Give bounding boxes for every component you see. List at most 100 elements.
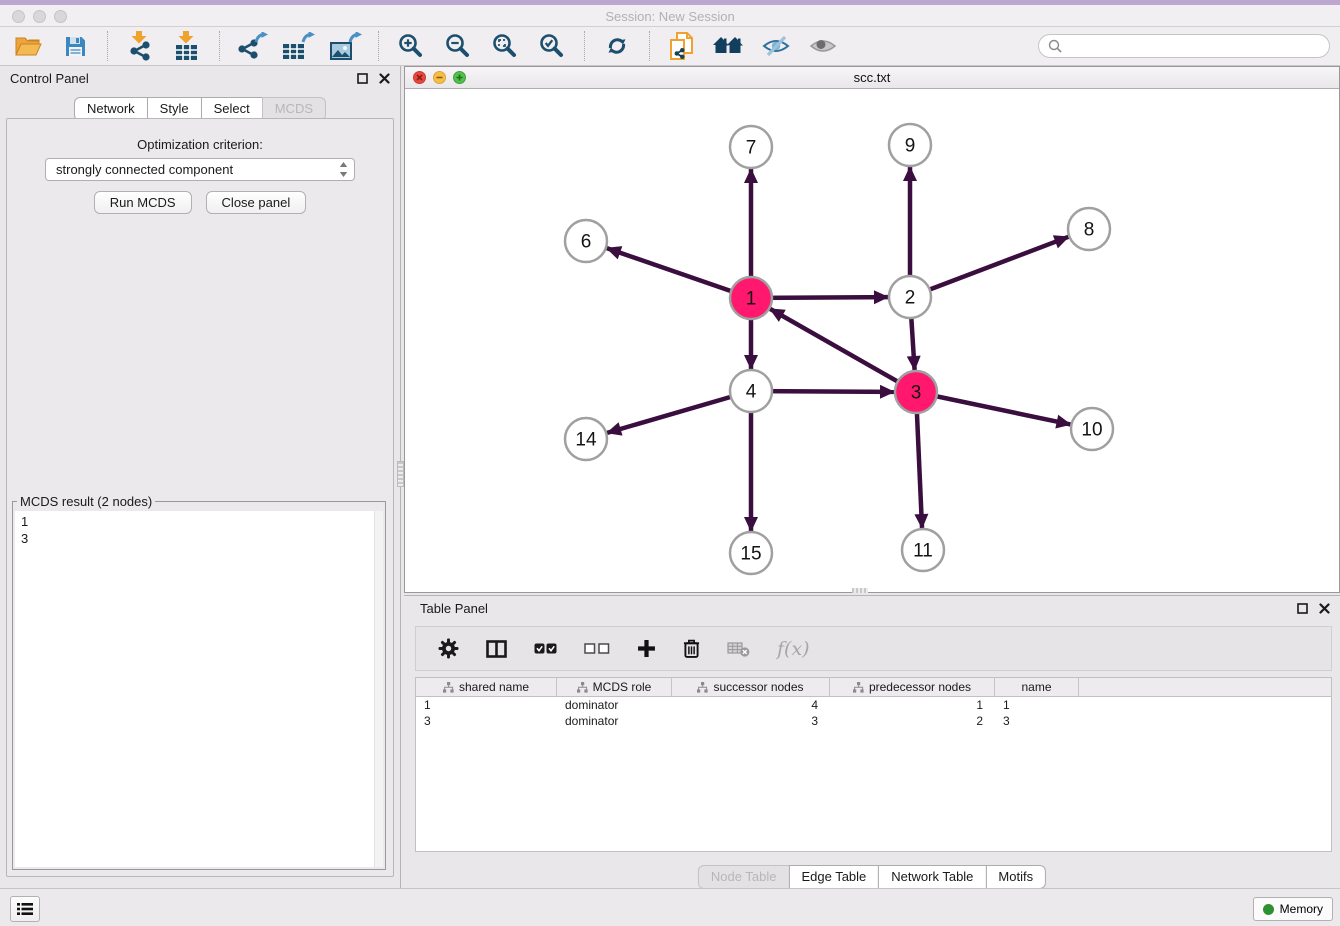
toolbar-separator — [378, 31, 379, 61]
deselect-all-button[interactable] — [584, 637, 610, 661]
table-settings-button[interactable] — [438, 637, 459, 661]
refresh-icon — [605, 34, 629, 58]
graph-edge-2-8[interactable] — [910, 237, 1068, 297]
column-header-predecessor-nodes[interactable]: predecessor nodes — [830, 678, 995, 696]
delete-table-button[interactable] — [727, 637, 750, 661]
function-builder-button[interactable]: f(x) — [777, 637, 810, 661]
cell-successor-nodes[interactable]: 4 — [672, 697, 830, 713]
zoom-out-button[interactable] — [440, 30, 476, 62]
refresh-button[interactable] — [599, 30, 635, 62]
table-row[interactable]: 1 dominator 4 1 1 — [416, 697, 1331, 713]
tab-network-table[interactable]: Network Table — [878, 865, 986, 889]
cell-predecessor-nodes[interactable]: 1 — [830, 697, 995, 713]
control-panel: Control Panel Network Style Select MCDS … — [0, 66, 401, 888]
search-icon — [1048, 39, 1062, 53]
tab-edge-table[interactable]: Edge Table — [788, 865, 879, 889]
zoom-fit-button[interactable] — [487, 30, 523, 62]
cell-mcds-role[interactable]: dominator — [557, 697, 672, 713]
column-header-mcds-role[interactable]: MCDS role — [557, 678, 672, 696]
node-table: shared name MCDS role successor nodes pr… — [415, 677, 1332, 852]
node-label: 4 — [746, 382, 757, 403]
show-details-button[interactable] — [805, 30, 841, 62]
memory-button[interactable]: Memory — [1253, 897, 1333, 921]
vertical-splitter-grip[interactable] — [397, 461, 404, 487]
houses-button[interactable] — [711, 30, 747, 62]
cell-mcds-role[interactable]: dominator — [557, 713, 672, 729]
graph-node-7[interactable]: 7 — [730, 126, 772, 168]
optimization-criterion-select[interactable]: strongly connected component — [45, 158, 355, 181]
graph-node-10[interactable]: 10 — [1071, 408, 1113, 450]
table-row[interactable]: 3 dominator 3 2 3 — [416, 713, 1331, 729]
double-house-icon — [713, 35, 745, 57]
close-table-panel-icon[interactable] — [1319, 603, 1330, 614]
cell-name[interactable]: 1 — [995, 697, 1079, 713]
clone-network-button[interactable] — [664, 30, 700, 62]
float-table-panel-icon[interactable] — [1297, 603, 1308, 614]
main-toolbar — [0, 27, 1340, 66]
search-input[interactable] — [1068, 38, 1320, 55]
network-window-titlebar[interactable]: scc.txt — [405, 67, 1339, 89]
mcds-result-area[interactable]: 1 3 — [15, 511, 383, 867]
graph-edge-1-6[interactable] — [607, 248, 751, 298]
float-panel-icon[interactable] — [357, 73, 368, 84]
import-table-button[interactable] — [169, 30, 205, 62]
graph-edge-3-1[interactable] — [770, 309, 916, 392]
graph-node-1[interactable]: 1 — [730, 277, 772, 319]
split-view-button[interactable] — [486, 637, 507, 661]
column-header-shared-name[interactable]: shared name — [416, 678, 557, 696]
delete-table-icon — [727, 641, 750, 657]
column-header-name[interactable]: name — [995, 678, 1079, 696]
cell-shared-name[interactable]: 3 — [416, 713, 557, 729]
eye-icon — [808, 36, 838, 56]
graph-node-6[interactable]: 6 — [565, 220, 607, 262]
export-table-icon — [283, 32, 315, 61]
attribute-tree-icon — [697, 682, 708, 693]
network-canvas[interactable]: 7 9 6 8 1 2 4 3 14 10 15 11 — [405, 89, 1339, 592]
graph-edge-3-10[interactable] — [916, 392, 1070, 424]
close-panel-icon[interactable] — [379, 73, 390, 84]
graph-node-15[interactable]: 15 — [730, 532, 772, 574]
cell-predecessor-nodes[interactable]: 2 — [830, 713, 995, 729]
hide-details-button[interactable] — [758, 30, 794, 62]
graph-node-4[interactable]: 4 — [730, 370, 772, 412]
task-history-button[interactable] — [10, 896, 40, 922]
close-panel-button[interactable]: Close panel — [206, 191, 307, 214]
select-value: strongly connected component — [56, 162, 339, 177]
delete-column-button[interactable] — [683, 637, 700, 661]
graph-node-14[interactable]: 14 — [565, 418, 607, 460]
save-session-button[interactable] — [57, 30, 93, 62]
cell-successor-nodes[interactable]: 3 — [672, 713, 830, 729]
export-image-button[interactable] — [328, 30, 364, 62]
result-scrollbar[interactable] — [374, 511, 383, 867]
floppy-save-icon — [64, 35, 87, 58]
zoom-selected-button[interactable] — [534, 30, 570, 62]
graph-node-9[interactable]: 9 — [889, 124, 931, 166]
network-graph[interactable]: 7 9 6 8 1 2 4 3 14 10 15 11 — [405, 89, 1339, 593]
graph-node-8[interactable]: 8 — [1068, 208, 1110, 250]
graph-node-11[interactable]: 11 — [902, 529, 944, 571]
select-all-button[interactable] — [534, 637, 557, 661]
add-column-button[interactable] — [637, 637, 656, 661]
graph-node-3[interactable]: 3 — [895, 371, 937, 413]
export-network-button[interactable] — [234, 30, 270, 62]
import-network-button[interactable] — [122, 30, 158, 62]
cell-shared-name[interactable]: 1 — [416, 697, 557, 713]
cell-name[interactable]: 3 — [995, 713, 1079, 729]
tab-node-table[interactable]: Node Table — [698, 865, 790, 889]
column-label: name — [1021, 680, 1051, 694]
run-mcds-button[interactable]: Run MCDS — [94, 191, 192, 214]
horizontal-splitter-grip[interactable] — [852, 588, 868, 593]
node-label: 3 — [911, 383, 922, 404]
column-header-successor-nodes[interactable]: successor nodes — [672, 678, 830, 696]
zoom-in-button[interactable] — [393, 30, 429, 62]
tab-motifs[interactable]: Motifs — [985, 865, 1046, 889]
graph-node-2[interactable]: 2 — [889, 276, 931, 318]
mcds-result-text: 1 3 — [21, 513, 28, 547]
graph-edge-4-14[interactable] — [607, 391, 751, 433]
zoom-out-icon — [445, 33, 471, 59]
node-label: 6 — [581, 232, 592, 253]
export-table-button[interactable] — [281, 30, 317, 62]
search-box[interactable] — [1038, 34, 1330, 58]
node-label: 8 — [1084, 220, 1095, 241]
open-file-button[interactable] — [10, 30, 46, 62]
